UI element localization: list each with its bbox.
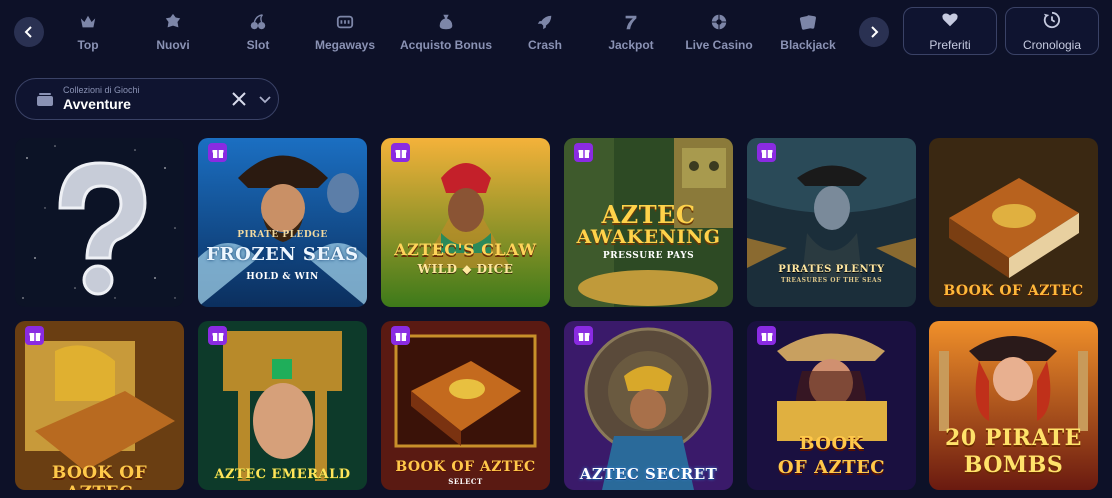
game-tile-frozen-seas[interactable]: PIRATE PLEDGE FROZEN SEAS HOLD & WIN (198, 138, 367, 307)
collection-select[interactable]: Collezioni di Giochi Avventure (15, 78, 279, 120)
scroll-right-button[interactable] (859, 17, 889, 47)
favorites-button[interactable]: Preferiti (903, 7, 997, 55)
collection-icon (37, 93, 53, 106)
roulette-icon (709, 12, 729, 32)
gift-badge (757, 143, 776, 162)
game-subtitle: TREASURES OF THE SEAS (781, 277, 882, 284)
game-tile-20-pirate-bombs[interactable]: 20 PIRATE BOMBS (929, 321, 1098, 490)
category-crash[interactable]: Crash (528, 12, 562, 56)
gift-icon (29, 332, 40, 341)
gift-icon (578, 332, 589, 341)
category-live-casino[interactable]: Live Casino (685, 12, 753, 56)
category-bar: Top Nuovi Slot Megaways Acquisto Bonus C… (0, 0, 1112, 62)
game-subtitle: WILD ◆ DICE (417, 262, 514, 276)
gift-badge (391, 143, 410, 162)
game-title-line2: AWAKENING (576, 226, 721, 248)
category-label: Slot (246, 38, 270, 52)
category-acquisto-bonus[interactable]: Acquisto Bonus (400, 12, 492, 56)
game-tile-pirates-plenty[interactable]: PIRATES PLENTY TREASURES OF THE SEAS (747, 138, 916, 307)
game-tile-book-of-aztec-select[interactable]: BOOK OF AZTEC SELECT (381, 321, 550, 490)
category-label: Megaways (314, 38, 376, 52)
category-label: Top (77, 38, 99, 52)
game-tile-book-of-aztec-woman[interactable]: BOOK OF AZTEC (747, 321, 916, 490)
game-art (198, 321, 367, 490)
game-title: PIRATES PLENTY (778, 264, 885, 275)
category-megaways[interactable]: Megaways (313, 12, 377, 56)
favorites-label: Preferiti (929, 37, 971, 52)
gift-badge (757, 326, 776, 345)
history-label: Cronologia (1022, 37, 1082, 52)
category-label: Live Casino (685, 38, 753, 52)
game-tile-book-of-aztec[interactable]: BOOK OF AZTEC (15, 321, 184, 490)
heart-icon (941, 11, 959, 34)
close-icon[interactable] (230, 90, 248, 108)
category-slot[interactable]: Slot (243, 12, 273, 56)
category-label: Crash (528, 38, 563, 52)
category-nuovi[interactable]: Nuovi (153, 12, 193, 56)
game-art (381, 138, 550, 307)
rocket-badge-icon (163, 12, 183, 32)
gift-badge (574, 326, 593, 345)
gift-icon (212, 149, 223, 158)
gift-icon (395, 149, 406, 158)
category-jackpot[interactable]: Jackpot (608, 12, 654, 56)
game-title: AZTEC'S CLAW (394, 240, 537, 259)
collection-value: Avventure (63, 96, 131, 112)
gift-badge (574, 143, 593, 162)
game-title: AZTEC (601, 200, 696, 229)
game-title: BOOK OF AZTEC (395, 459, 536, 475)
game-title: 20 PIRATE (945, 425, 1082, 451)
seven-icon (621, 12, 641, 32)
gift-icon (578, 149, 589, 158)
gift-badge (208, 326, 227, 345)
chevron-left-icon (24, 26, 32, 38)
category-label: Blackjack (780, 38, 836, 52)
history-icon (1043, 11, 1061, 34)
game-tile-aztec-emerald[interactable]: AZTEC EMERALD (198, 321, 367, 490)
game-title-line2: OF AZTEC (777, 457, 886, 478)
chevron-down-icon[interactable] (258, 92, 272, 106)
game-title: BOOK (799, 433, 864, 454)
game-tile-book-of-aztec-dice[interactable]: BOOK OF AZTEC (929, 138, 1098, 307)
game-tile-aztecs-claw[interactable]: AZTEC'S CLAW WILD ◆ DICE (381, 138, 550, 307)
question-mark-icon (15, 138, 184, 307)
megaways-icon (335, 12, 355, 32)
game-subtitle: PIRATE PLEDGE (237, 230, 328, 240)
gift-icon (395, 332, 406, 341)
game-title: BOOK OF AZTEC (51, 463, 148, 490)
category-label: Nuovi (156, 38, 190, 52)
game-subtitle: HOLD & WIN (246, 272, 319, 282)
rocket-icon (535, 12, 555, 32)
category-label: Acquisto Bonus (400, 38, 492, 52)
gift-badge (25, 326, 44, 345)
game-title: AZTEC EMERALD (214, 467, 351, 482)
game-art (929, 138, 1098, 307)
cards-icon (798, 12, 818, 32)
history-button[interactable]: Cronologia (1005, 7, 1099, 55)
collection-caption: Collezioni di Giochi (63, 85, 140, 95)
game-subtitle: SELECT (448, 477, 483, 486)
game-title: AZTEC SECRET (579, 465, 718, 483)
game-tile-aztec-awakening[interactable]: AZTEC AWAKENING PRESSURE PAYS (564, 138, 733, 307)
game-subtitle: PRESSURE PAYS (602, 251, 695, 261)
gift-badge (391, 326, 410, 345)
games-grid: PIRATE PLEDGE FROZEN SEAS HOLD & WIN AZT… (15, 138, 1098, 498)
scroll-left-button[interactable] (14, 17, 44, 47)
crown-icon (78, 12, 98, 32)
chevron-right-icon (871, 26, 879, 38)
gift-icon (212, 332, 223, 341)
gift-icon (761, 332, 772, 341)
category-label: Jackpot (608, 38, 654, 52)
category-top[interactable]: Top (73, 12, 103, 56)
game-title: FROZEN SEAS (206, 244, 359, 265)
cherries-icon (248, 12, 268, 32)
game-title: BOOK OF AZTEC (943, 283, 1084, 299)
gift-icon (761, 149, 772, 158)
category-blackjack[interactable]: Blackjack (780, 12, 836, 56)
game-tile-random[interactable] (15, 138, 184, 307)
money-bag-icon (436, 12, 456, 32)
game-tile-aztec-secret[interactable]: AZTEC SECRET (564, 321, 733, 490)
gift-badge (208, 143, 227, 162)
game-title-line2: BOMBS (963, 452, 1064, 478)
